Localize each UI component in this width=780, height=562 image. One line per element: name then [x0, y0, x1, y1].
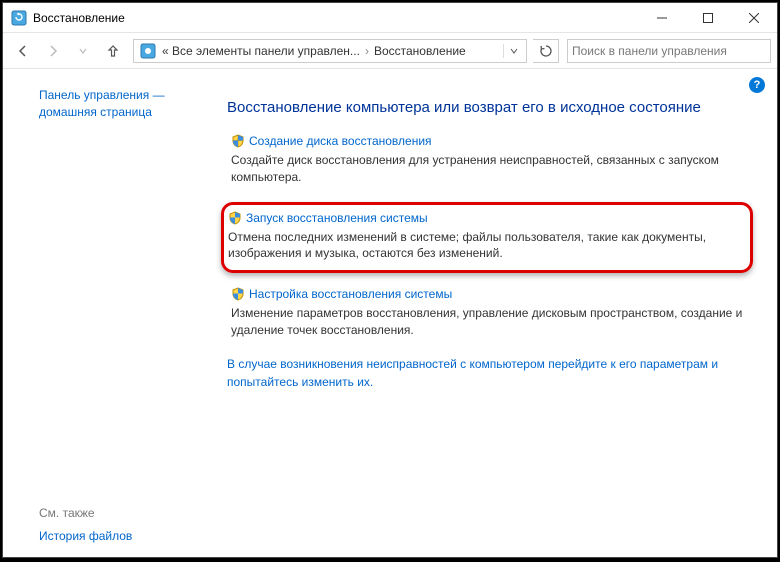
main-panel: ? Восстановление компьютера или возврат … — [215, 69, 777, 557]
control-panel-icon — [140, 43, 156, 59]
system-restore-item: Запуск восстановления системы Отмена пос… — [221, 202, 753, 274]
maximize-button[interactable] — [685, 3, 731, 33]
help-button[interactable]: ? — [749, 77, 765, 93]
create-recovery-drive-desc: Создайте диск восстановления для устране… — [231, 152, 753, 186]
content: Панель управления — домашняя страница См… — [3, 69, 777, 557]
up-button[interactable] — [99, 37, 127, 65]
system-restore-desc: Отмена последних изменений в системе; фа… — [228, 229, 740, 263]
file-history-link[interactable]: История файлов — [39, 529, 132, 543]
sidebar: Панель управления — домашняя страница См… — [3, 69, 215, 557]
recent-dropdown[interactable] — [69, 37, 97, 65]
control-panel-home-link[interactable]: Панель управления — домашняя страница — [39, 87, 203, 121]
configure-restore-item: Настройка восстановления системы Изменен… — [227, 287, 753, 339]
shield-icon — [228, 211, 242, 225]
see-also-section: См. также История файлов — [39, 486, 203, 545]
recovery-icon — [11, 10, 27, 26]
titlebar: Восстановление — [3, 3, 777, 33]
create-recovery-drive-link[interactable]: Создание диска восстановления — [249, 134, 432, 148]
configure-restore-link[interactable]: Настройка восстановления системы — [249, 287, 452, 301]
toolbar: « Все элементы панели управлен... › Восс… — [3, 33, 777, 69]
window-title: Восстановление — [33, 11, 639, 25]
troubleshoot-link[interactable]: В случае возникновения неисправностей с … — [227, 357, 718, 389]
search-input[interactable] — [572, 44, 766, 58]
configure-restore-desc: Изменение параметров восстановления, упр… — [231, 305, 753, 339]
address-dropdown[interactable] — [503, 44, 524, 58]
shield-icon — [231, 287, 245, 301]
create-recovery-drive-item: Создание диска восстановления Создайте д… — [227, 134, 753, 186]
address-bar[interactable]: « Все элементы панели управлен... › Восс… — [133, 39, 527, 63]
footer-link-block: В случае возникновения неисправностей с … — [227, 355, 753, 391]
breadcrumb-seg-1[interactable]: « Все элементы панели управлен... — [160, 44, 362, 58]
forward-button[interactable] — [39, 37, 67, 65]
breadcrumb-seg-2[interactable]: Восстановление — [372, 44, 468, 58]
see-also-label: См. также — [39, 506, 203, 520]
window: Восстановление « Все элементы п — [2, 2, 778, 558]
breadcrumb-sep: › — [362, 44, 372, 58]
system-restore-link[interactable]: Запуск восстановления системы — [246, 211, 428, 225]
minimize-button[interactable] — [639, 3, 685, 33]
search-box[interactable] — [567, 39, 771, 63]
shield-icon — [231, 134, 245, 148]
refresh-button[interactable] — [533, 39, 559, 63]
close-button[interactable] — [731, 3, 777, 33]
page-heading: Восстановление компьютера или возврат ег… — [227, 99, 753, 116]
back-button[interactable] — [9, 37, 37, 65]
